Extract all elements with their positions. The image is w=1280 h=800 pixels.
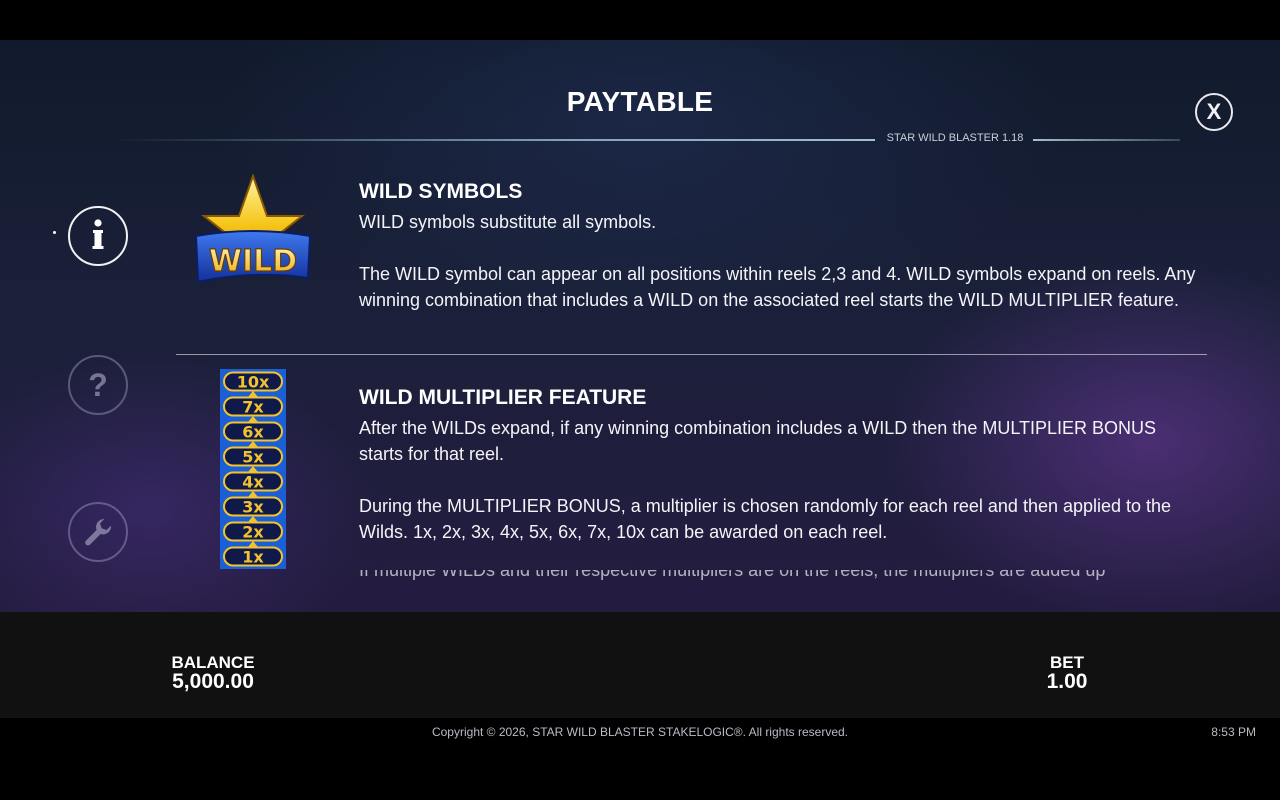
section-divider — [176, 354, 1207, 355]
bet-value: 1.00 — [1046, 670, 1088, 693]
paytable-content[interactable]: WILD WILD SYMBOLS WILD symbols substitut… — [0, 40, 1280, 580]
ladder-label: 2x — [242, 523, 264, 542]
wild-symbols-text-2: The WILD symbol can appear on all positi… — [359, 264, 1196, 310]
wild-star-symbol: WILD — [194, 174, 312, 284]
wild-symbols-text-1: WILD symbols substitute all symbols. — [359, 212, 657, 232]
top-bar — [0, 0, 1280, 40]
status-bar: BALANCE 5,000.00 BET 1.00 — [0, 612, 1280, 718]
ladder-label: 10x — [237, 373, 270, 392]
ladder-label: 5x — [242, 448, 264, 467]
wild-multiplier-text-3-inner: If multiple WILDs and their respective m… — [359, 570, 1106, 580]
ladder-label: 3x — [242, 498, 264, 517]
ladder-label: 4x — [242, 473, 264, 492]
wild-multiplier-text-1: After the WILDs expand, if any winning c… — [359, 418, 1157, 464]
multiplier-ladder: 10x 7x 6x 5x 4x 3x 2x 1x — [220, 369, 286, 569]
wild-multiplier-heading: WILD MULTIPLIER FEATURE — [359, 386, 647, 409]
copyright-text: Copyright © 2026, STAR WILD BLASTER STAK… — [431, 725, 849, 739]
footer: Copyright © 2026, STAR WILD BLASTER STAK… — [0, 718, 1280, 800]
wild-symbols-heading: WILD SYMBOLS — [359, 180, 523, 203]
ladder-label: 7x — [242, 398, 264, 417]
wild-multiplier-text-2: During the MULTIPLIER BONUS, a multiplie… — [359, 496, 1172, 542]
ladder-label: 6x — [242, 423, 264, 442]
wild-multiplier-text-3: If multiple WILDs and their respective m… — [359, 570, 1204, 580]
wild-symbol-text: WILD — [209, 244, 297, 279]
clock: 8:53 PM — [1211, 725, 1256, 739]
balance-value: 5,000.00 — [172, 670, 254, 693]
ladder-label: 1x — [242, 548, 264, 567]
paytable-panel: PAYTABLE X STAR WILD BLASTER 1.18 ? WILD… — [0, 40, 1280, 612]
